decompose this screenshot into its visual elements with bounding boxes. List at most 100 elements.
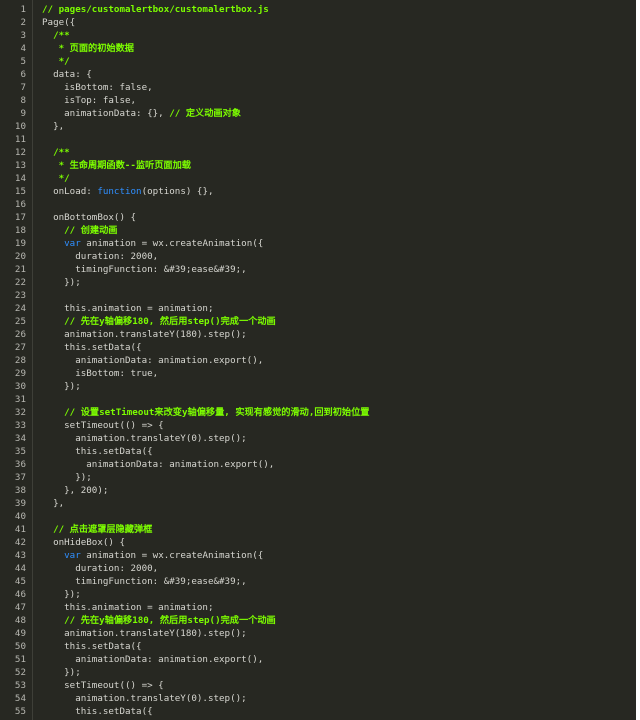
code-text: this.animation = animation;	[42, 302, 213, 315]
line-number: 23	[14, 290, 26, 301]
line-number: 47	[14, 602, 26, 613]
code-line[interactable]: 3 /**	[0, 29, 636, 42]
line-number: 20	[14, 251, 26, 262]
code-line[interactable]: 54 animation.translateY(0).step();	[0, 692, 636, 705]
code-line[interactable]: 35 this.setData({	[0, 445, 636, 458]
code-line[interactable]: 18 // 创建动画	[0, 224, 636, 237]
line-number: 41	[14, 524, 26, 535]
line-number: 43	[14, 550, 26, 561]
code-line[interactable]: 13 * 生命周期函数--监听页面加载	[0, 159, 636, 172]
code-line[interactable]: 5 */	[0, 55, 636, 68]
code-token: });	[42, 589, 81, 600]
code-line[interactable]: 2 Page({	[0, 16, 636, 29]
code-line[interactable]: 39 },	[0, 497, 636, 510]
code-line[interactable]: 53 setTimeout(() => {	[0, 679, 636, 692]
code-line[interactable]: 22 });	[0, 276, 636, 289]
code-text: timingFunction: &#39;ease&#39;,	[42, 575, 246, 588]
code-line[interactable]: 25 // 先在y轴偏移180, 然后用step()完成一个动画	[0, 315, 636, 328]
code-comment: /**	[42, 30, 70, 41]
line-number: 30	[14, 381, 26, 392]
code-line[interactable]: 32 // 设置setTimeout来改变y轴偏移量, 实现有感觉的滑动,回到初…	[0, 406, 636, 419]
code-line[interactable]: 38 }, 200);	[0, 484, 636, 497]
code-line[interactable]: 49 animation.translateY(180).step();	[0, 627, 636, 640]
line-number: 40	[14, 511, 26, 522]
code-token: animation.translateY(180).step();	[42, 628, 247, 639]
code-line[interactable]: 46 });	[0, 588, 636, 601]
code-token: animationData: animation.export(),	[42, 654, 264, 665]
code-line[interactable]: 27 this.setData({	[0, 341, 636, 354]
code-line[interactable]: 26 animation.translateY(180).step();	[0, 328, 636, 341]
code-text: data: {	[42, 68, 92, 81]
code-line[interactable]: 28 animationData: animation.export(),	[0, 354, 636, 367]
code-line[interactable]: 45 timingFunction: &#39;ease&#39;,	[0, 575, 636, 588]
code-token: animation = wx.createAnimation({	[80, 238, 264, 249]
code-line[interactable]: 20 duration: 2000,	[0, 250, 636, 263]
code-text: }, 200);	[42, 484, 108, 497]
code-line[interactable]: 23	[0, 289, 636, 302]
code-line[interactable]: 15 onLoad: function(options) {},	[0, 185, 636, 198]
code-line[interactable]: 29 isBottom: true,	[0, 367, 636, 380]
code-token: },	[42, 498, 65, 509]
code-text: * 页面的初始数据	[42, 42, 134, 55]
code-line[interactable]: 30 });	[0, 380, 636, 393]
code-line[interactable]: 24 this.animation = animation;	[0, 302, 636, 315]
code-token: onLoad:	[42, 186, 98, 197]
line-number: 45	[14, 576, 26, 587]
code-line[interactable]: 31	[0, 393, 636, 406]
code-line[interactable]: 17 onBottomBox() {	[0, 211, 636, 224]
line-number: 15	[14, 186, 26, 197]
code-line[interactable]: 43 var animation = wx.createAnimation({	[0, 549, 636, 562]
code-line[interactable]: 8 isTop: false,	[0, 94, 636, 107]
code-line[interactable]: 10 },	[0, 120, 636, 133]
code-line[interactable]: 36 animationData: animation.export(),	[0, 458, 636, 471]
code-token: this.animation = animation;	[42, 602, 214, 613]
code-text: animation.translateY(180).step();	[42, 328, 247, 341]
code-line[interactable]: 37 });	[0, 471, 636, 484]
code-token: });	[42, 277, 81, 288]
code-token: setTimeout(() => {	[42, 420, 164, 431]
line-number: 9	[20, 108, 26, 119]
code-editor[interactable]: 1 // pages/customalertbox/customalertbox.…	[0, 0, 636, 720]
code-line[interactable]: 40	[0, 510, 636, 523]
code-text: * 生命周期函数--监听页面加载	[42, 159, 191, 172]
code-line[interactable]: 21 timingFunction: &#39;ease&#39;,	[0, 263, 636, 276]
code-line[interactable]: 33 setTimeout(() => {	[0, 419, 636, 432]
code-line[interactable]: 9 animationData: {}, // 定义动画对象	[0, 107, 636, 120]
code-line[interactable]: 16	[0, 198, 636, 211]
line-number: 37	[14, 472, 26, 483]
code-token: });	[42, 667, 81, 678]
line-number: 13	[14, 160, 26, 171]
code-text: var animation = wx.createAnimation({	[42, 549, 263, 562]
code-line[interactable]: 52 });	[0, 666, 636, 679]
code-line[interactable]: 44 duration: 2000,	[0, 562, 636, 575]
code-keyword: var	[64, 238, 81, 249]
line-number: 5	[20, 56, 26, 67]
code-line[interactable]: 12 /**	[0, 146, 636, 159]
code-line[interactable]: 14 */	[0, 172, 636, 185]
code-line[interactable]: 50 this.setData({	[0, 640, 636, 653]
line-number: 2	[20, 17, 26, 28]
code-line[interactable]: 4 * 页面的初始数据	[0, 42, 636, 55]
code-token: });	[42, 472, 92, 483]
code-comment: // 创建动画	[42, 225, 118, 236]
code-line[interactable]: 1 // pages/customalertbox/customalertbox.…	[0, 3, 636, 16]
code-line[interactable]: 6 data: {	[0, 68, 636, 81]
code-comment: // pages/customalertbox/customalertbox.j…	[42, 4, 269, 15]
code-line[interactable]: 7 isBottom: false,	[0, 81, 636, 94]
code-line[interactable]: 41 // 点击遮罩层隐藏弹框	[0, 523, 636, 536]
code-text: });	[42, 588, 81, 601]
code-text: });	[42, 471, 92, 484]
code-line[interactable]: 48 // 先在y轴偏移180, 然后用step()完成一个动画	[0, 614, 636, 627]
code-line[interactable]: 51 animationData: animation.export(),	[0, 653, 636, 666]
code-comment: // 点击遮罩层隐藏弹框	[42, 524, 153, 535]
code-line[interactable]: 19 var animation = wx.createAnimation({	[0, 237, 636, 250]
line-number: 19	[14, 238, 26, 249]
code-text: // pages/customalertbox/customalertbox.j…	[42, 3, 269, 16]
code-line[interactable]: 55 this.setData({	[0, 705, 636, 718]
code-line[interactable]: 42 onHideBox() {	[0, 536, 636, 549]
line-number: 22	[14, 277, 26, 288]
code-line[interactable]: 47 this.animation = animation;	[0, 601, 636, 614]
code-line[interactable]: 11	[0, 133, 636, 146]
code-line[interactable]: 34 animation.translateY(0).step();	[0, 432, 636, 445]
